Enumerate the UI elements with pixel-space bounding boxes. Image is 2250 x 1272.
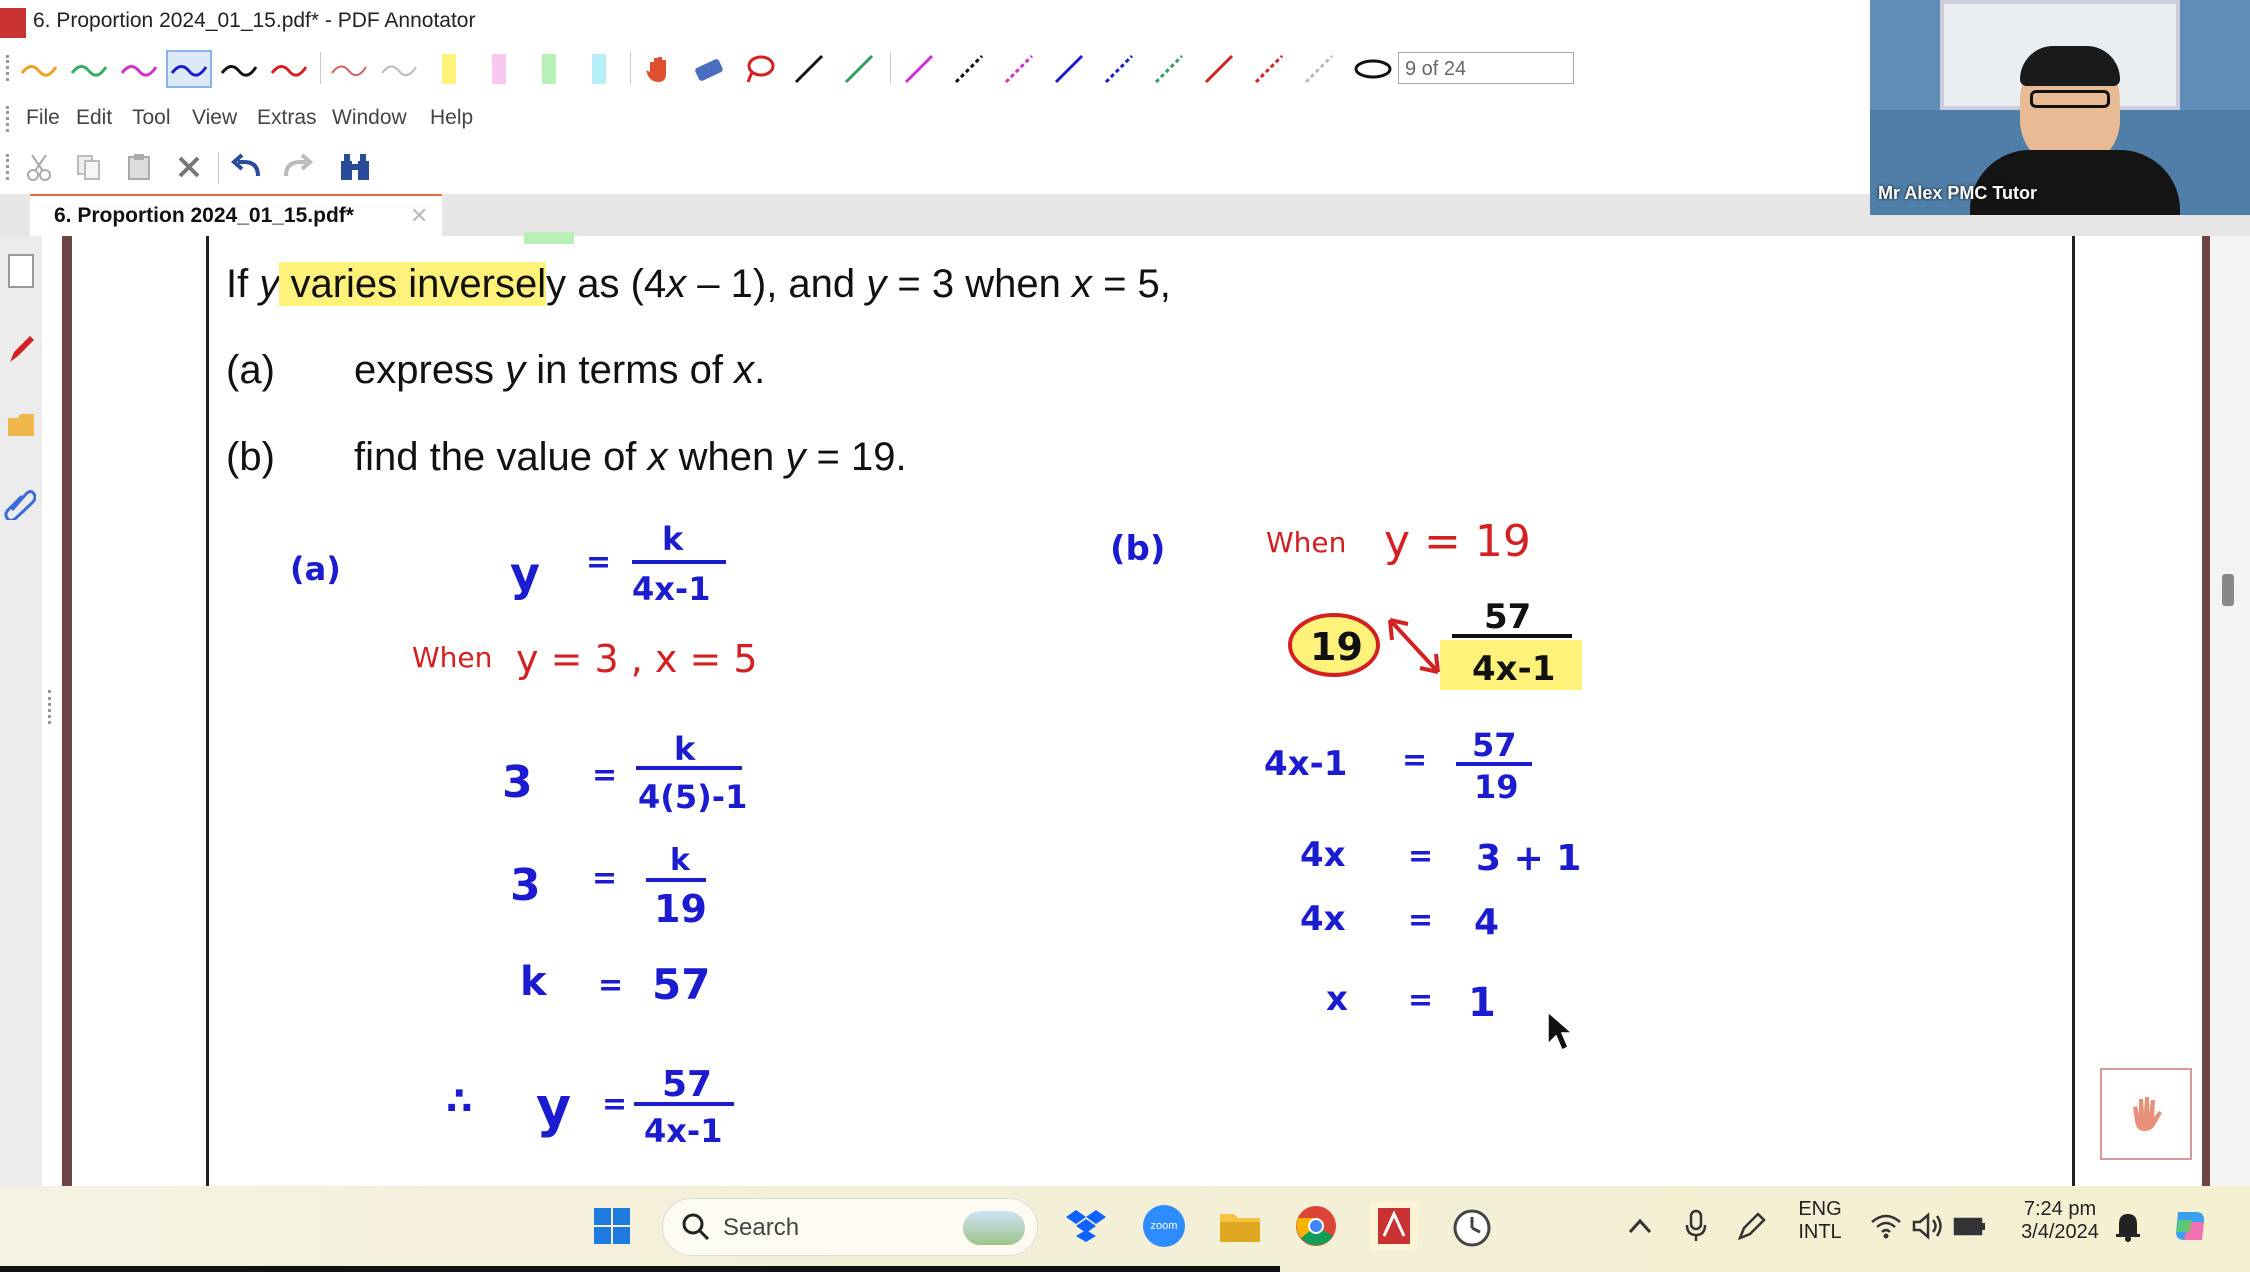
hw-nineteen: 19: [654, 887, 707, 931]
clock-date: 3/4/2024: [2021, 1221, 2099, 1243]
hw-equals: =: [1402, 743, 1427, 778]
hw-equals: =: [586, 545, 611, 580]
partial-highlight-mark: [524, 232, 574, 244]
clock[interactable]: 7:24 pm 3/4/2024: [2000, 1198, 2120, 1244]
hw-y: y: [536, 1076, 571, 1139]
hw-k: k: [662, 520, 684, 558]
hw-equals: =: [1408, 983, 1433, 1018]
pdf-annotator-window: 6. Proportion 2024_01_15.pdf* - PDF Anno…: [0, 0, 2250, 1272]
hw-three: 3: [502, 757, 533, 808]
hw-equals: =: [1408, 903, 1433, 938]
hw-fifty-seven: 57: [662, 1064, 712, 1105]
hw-k: k: [520, 959, 548, 1005]
hw-given-y: y = 19: [1384, 516, 1531, 567]
dropbox-icon[interactable]: [1062, 1202, 1110, 1250]
keyboard-layout: INTL: [1798, 1221, 1842, 1243]
hw-denominator: 4x-1: [1472, 649, 1555, 689]
hw-equals: =: [598, 968, 623, 1003]
webcam-video: Mr Alex PMC Tutor: [1870, 0, 2250, 215]
windows-start-icon[interactable]: [588, 1202, 636, 1250]
chevron-up-icon[interactable]: [1616, 1202, 1664, 1250]
hw-y: y: [510, 547, 540, 601]
hw-equals: =: [1408, 839, 1433, 874]
volume-icon[interactable]: [1904, 1202, 1952, 1250]
hw-circled-nineteen: 19: [1310, 625, 1363, 669]
hw-denominator: 4x-1: [632, 570, 710, 608]
microphone-icon[interactable]: [1672, 1202, 1720, 1250]
pdf-annotator-taskbar-icon[interactable]: [1370, 1202, 1418, 1250]
hw-three: 3: [510, 860, 541, 911]
tutor-hair: [2020, 46, 2120, 86]
search-icon: [682, 1213, 710, 1241]
language-indicator[interactable]: ENG INTL: [1794, 1198, 1846, 1244]
hw-nineteen: 19: [1474, 768, 1519, 806]
tutor-glasses: [2030, 90, 2110, 108]
clock-app-icon[interactable]: [1448, 1202, 1496, 1250]
hw-denominator: 4x-1: [644, 1112, 722, 1150]
copilot-icon[interactable]: [2166, 1202, 2214, 1250]
hw-equals: =: [602, 1087, 627, 1122]
hw-rhs: 3 + 1: [1476, 838, 1581, 879]
hw-when: When: [412, 641, 492, 674]
windows-taskbar: Search zoom ENG INTL 7:24 pm 3/4/2024: [0, 1186, 2250, 1272]
hw-lhs: 4x-1: [1264, 744, 1347, 784]
zoom-icon[interactable]: zoom: [1140, 1202, 1188, 1250]
hw-arrow: [1388, 618, 1440, 674]
hw-b-label: (b): [1110, 529, 1165, 569]
hw-fifty-seven: 57: [1472, 726, 1517, 764]
hw-rhs: 1: [1468, 980, 1496, 1026]
participant-name: Mr Alex PMC Tutor: [1878, 183, 2038, 203]
hw-lhs: 4x: [1300, 835, 1346, 875]
file-explorer-icon[interactable]: [1216, 1202, 1264, 1250]
search-highlight-image: [963, 1211, 1025, 1245]
hw-lhs: x: [1326, 979, 1348, 1019]
hw-rhs: 4: [1474, 902, 1499, 943]
hw-equals: =: [592, 758, 617, 793]
clock-time: 7:24 pm: [2023, 1198, 2097, 1220]
wifi-icon[interactable]: [1862, 1202, 1910, 1250]
raise-hand-icon: [2133, 1097, 2162, 1132]
hw-therefore: ∴: [446, 1079, 472, 1123]
hw-fifty-seven: 57: [1484, 597, 1531, 637]
mouse-cursor-icon: [1547, 1010, 1574, 1052]
hw-given-values: y = 3 , x = 5: [516, 637, 758, 681]
hw-fifty-seven: 57: [652, 960, 710, 1009]
hw-lhs: 4x: [1300, 899, 1346, 939]
hw-k: k: [670, 843, 691, 878]
language-code: ENG: [1798, 1198, 1842, 1220]
hw-a-label: (a): [290, 550, 341, 588]
pen-input-icon[interactable]: [1728, 1202, 1776, 1250]
raise-hand-button[interactable]: [2100, 1068, 2192, 1160]
hw-k: k: [674, 730, 696, 768]
chrome-icon[interactable]: [1292, 1202, 1340, 1250]
hw-substituted-denominator: 4(5)-1: [638, 778, 747, 816]
search-placeholder: Search: [723, 1214, 800, 1241]
screen-bottom-edge: [0, 1266, 1280, 1272]
notification-bell-icon[interactable]: [2104, 1202, 2152, 1250]
hw-when: When: [1266, 526, 1346, 559]
battery-icon[interactable]: [1946, 1202, 1994, 1250]
hw-equals: =: [592, 861, 617, 896]
taskbar-search[interactable]: Search: [662, 1198, 1038, 1256]
